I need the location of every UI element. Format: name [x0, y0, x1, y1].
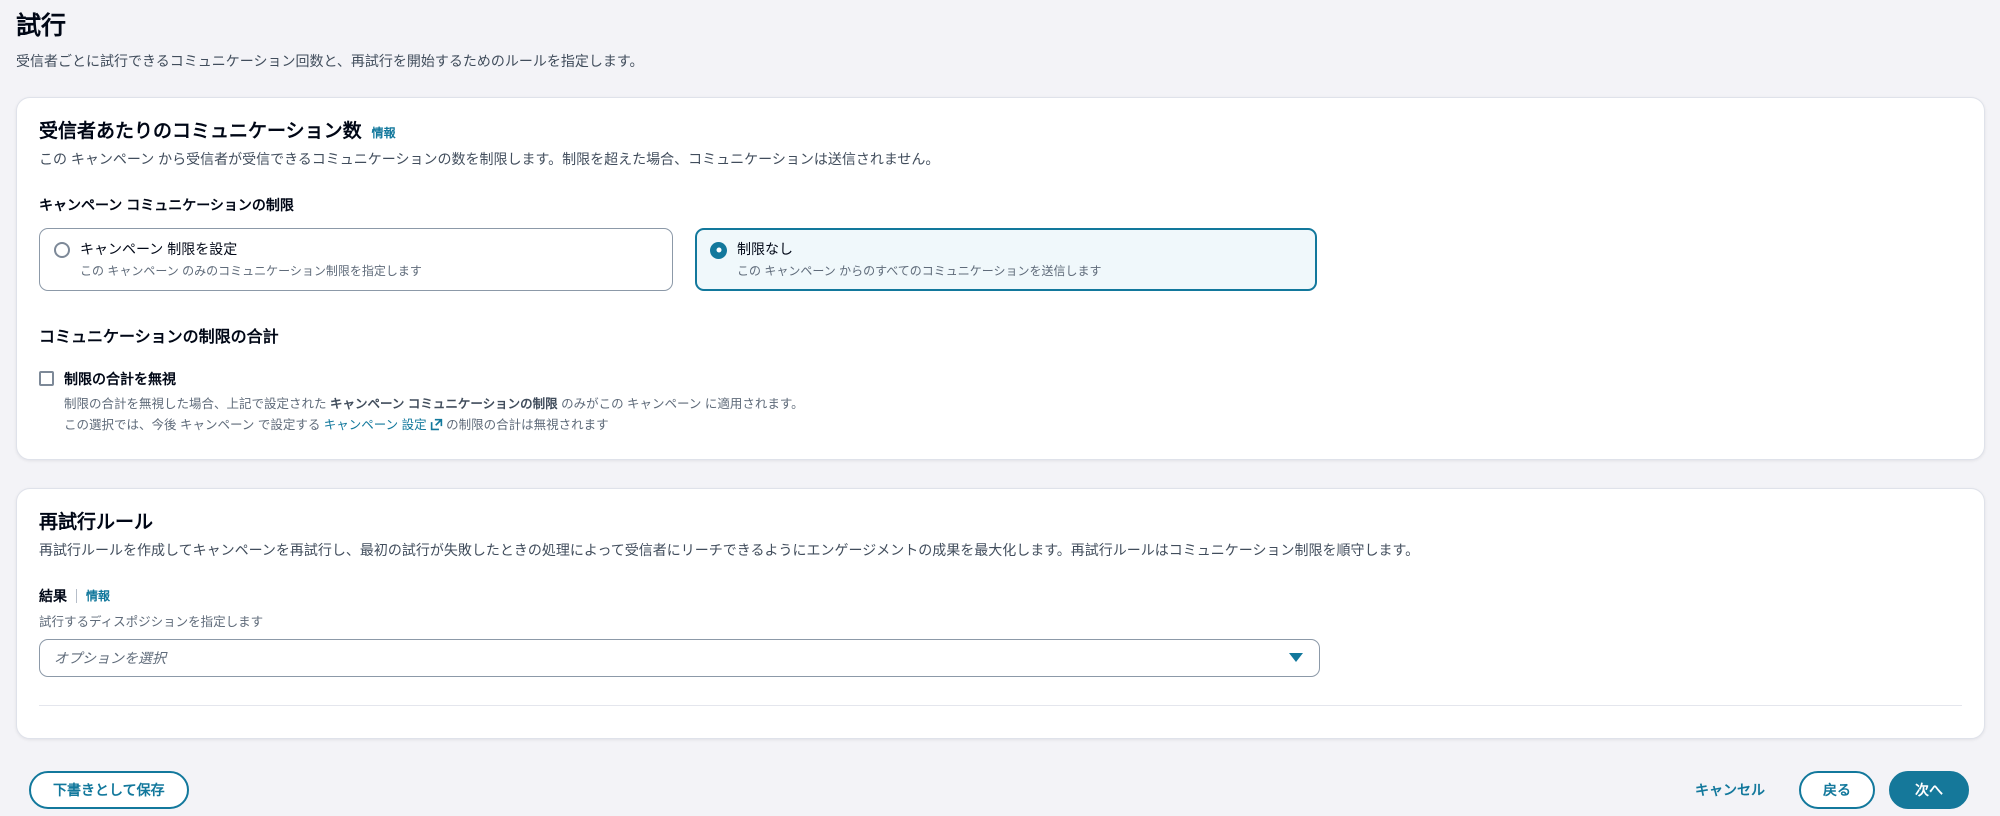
- page-title: 試行: [16, 10, 1985, 43]
- communications-card-title: 受信者あたりのコミュニケーション数: [39, 116, 362, 143]
- disposition-select[interactable]: オプションを選択: [39, 639, 1320, 677]
- result-description: 試行するディスポジションを指定します: [39, 611, 1962, 630]
- page-subtitle: 受信者ごとに試行できるコミュニケーション回数と、再試行を開始するためのルールを指…: [16, 51, 1985, 71]
- cancel-button[interactable]: キャンセル: [1691, 771, 1769, 809]
- back-button[interactable]: 戻る: [1799, 771, 1875, 809]
- retry-rules-description: 再試行ルールを作成してキャンペーンを再試行し、最初の試行が失敗したときの処理によ…: [39, 540, 1962, 560]
- communications-card-description: この キャンペーン から受信者が受信できるコミュニケーションの数を制限します。制…: [39, 149, 1962, 169]
- retry-rules-title: 再試行ルール: [39, 507, 1962, 534]
- result-info-link[interactable]: 情報: [86, 587, 110, 604]
- disposition-select-placeholder: オプションを選択: [54, 648, 166, 668]
- communications-card: 受信者あたりのコミュニケーション数 情報 この キャンペーン から受信者が受信で…: [16, 97, 1985, 460]
- wizard-footer: 下書きとして保存 キャンセル 戻る 次へ: [29, 771, 1969, 809]
- radio-tile-description: この キャンペーン からのすべてのコミュニケーションを送信します: [737, 262, 1102, 279]
- radio-tile-no-limits[interactable]: 制限なし この キャンペーン からのすべてのコミュニケーションを送信します: [695, 228, 1317, 291]
- external-link-icon: [430, 417, 443, 437]
- ignore-total-limits-description: 制限の合計を無視した場合、上記で設定された キャンペーン コミュニケーションの制…: [64, 394, 804, 437]
- radio-tile-description: この キャンペーン のみのコミュニケーション制限を指定します: [80, 262, 422, 279]
- save-draft-button[interactable]: 下書きとして保存: [29, 771, 189, 809]
- radio-unselected-icon[interactable]: [54, 242, 70, 258]
- chevron-down-icon: [1289, 653, 1303, 662]
- communication-limit-label: キャンペーン コミュニケーションの制限: [39, 195, 1962, 215]
- campaign-settings-link[interactable]: キャンペーン 設定: [324, 418, 427, 432]
- radio-tile-label: 制限なし: [737, 239, 1102, 259]
- retry-rules-card: 再試行ルール 再試行ルールを作成してキャンペーンを再試行し、最初の試行が失敗した…: [16, 488, 1985, 739]
- radio-tile-set-campaign-limits[interactable]: キャンペーン 制限を設定 この キャンペーン のみのコミュニケーション制限を指定…: [39, 228, 673, 291]
- communications-info-link[interactable]: 情報: [372, 124, 396, 141]
- ignore-total-limits-label[interactable]: 制限の合計を無視: [64, 369, 804, 389]
- result-label: 結果: [39, 586, 67, 606]
- checkbox-description-line-1: 制限の合計を無視した場合、上記で設定された キャンペーン コミュニケーションの制…: [64, 394, 804, 414]
- attempts-page: 試行 受信者ごとに試行できるコミュニケーション回数と、再試行を開始するためのルー…: [0, 0, 2000, 809]
- radio-selected-icon[interactable]: [710, 242, 727, 259]
- ignore-total-limits-row: 制限の合計を無視 制限の合計を無視した場合、上記で設定された キャンペーン コミ…: [39, 369, 1962, 437]
- ignore-total-limits-checkbox[interactable]: [39, 371, 54, 386]
- campaign-communication-limits-emphasis: キャンペーン コミュニケーションの制限: [330, 397, 558, 411]
- total-communication-limits-heading: コミュニケーションの制限の合計: [39, 323, 1962, 347]
- checkbox-description-line-2: この選択では、今後 キャンペーン で設定する キャンペーン 設定 の制限の合計は…: [64, 415, 804, 437]
- communication-limit-radio-group: キャンペーン 制限を設定 この キャンペーン のみのコミュニケーション制限を指定…: [39, 228, 1962, 291]
- radio-tile-label: キャンペーン 制限を設定: [80, 239, 422, 259]
- label-divider: [76, 589, 77, 603]
- next-button[interactable]: 次へ: [1889, 771, 1969, 809]
